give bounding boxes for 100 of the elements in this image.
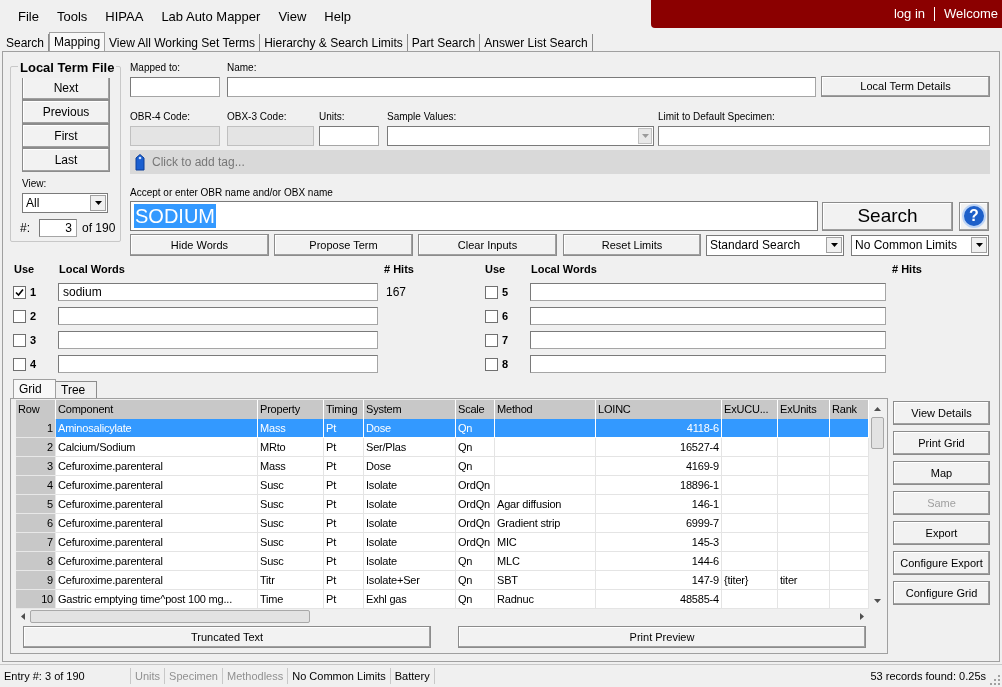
table-cell: Cefuroxime.parenteral: [56, 552, 258, 571]
grid-row[interactable]: 9 Cefuroxime.parenteral Titr Pt Isolate+Ser Qn SBT 147-9 {titer} titer: [16, 571, 869, 590]
checkbox[interactable]: [13, 285, 26, 299]
grid-action-button[interactable]: Truncated Text: [23, 626, 431, 648]
grid-row[interactable]: 4 Cefuroxime.parenteral Susc Pt Isolate OrdQn 18896-1: [16, 476, 869, 495]
input-field[interactable]: [530, 283, 886, 301]
scroll-thumb[interactable]: [871, 417, 884, 449]
row-number: 6: [501, 308, 510, 324]
input-field[interactable]: sodium: [58, 283, 378, 301]
field-label: Units:: [319, 110, 346, 123]
index-field[interactable]: 3: [39, 219, 77, 237]
table-cell: [778, 552, 830, 571]
checkbox[interactable]: [13, 357, 26, 371]
table-cell: Agar diffusion: [495, 495, 596, 514]
checkbox[interactable]: [485, 285, 498, 299]
menu-item[interactable]: Lab Auto Mapper: [152, 7, 270, 27]
grid-row[interactable]: 5 Cefuroxime.parenteral Susc Pt Isolate OrdQn Agar diffusion 146-1: [16, 495, 869, 514]
checkbox[interactable]: [13, 309, 26, 323]
table-cell: Pt: [324, 438, 364, 457]
nav-button[interactable]: Previous: [22, 100, 110, 124]
search-button[interactable]: Search: [822, 201, 953, 231]
table-cell: Pt: [324, 476, 364, 495]
table-cell: 16527-4: [596, 438, 722, 457]
row-number: 4: [29, 356, 38, 372]
table-cell: [722, 533, 778, 552]
table-cell: Cefuroxime.parenteral: [56, 514, 258, 533]
input-field[interactable]: [58, 307, 378, 325]
side-button[interactable]: View Details: [893, 401, 990, 425]
table-cell: Isolate: [364, 552, 456, 571]
table-cell: [778, 514, 830, 533]
nav-button[interactable]: First: [22, 124, 110, 148]
input-field[interactable]: [319, 126, 379, 146]
grid-row[interactable]: 2 Calcium/Sodium MRto Pt Ser/Plas Qn 16527-4: [16, 438, 869, 457]
input-field[interactable]: [58, 331, 378, 349]
table-cell: Isolate+Ser: [364, 571, 456, 590]
table-cell: 147-9: [596, 571, 722, 590]
action-button[interactable]: Reset Limits: [563, 234, 701, 256]
table-cell: Cefuroxime.parenteral: [56, 476, 258, 495]
login-link[interactable]: log in: [893, 4, 926, 24]
side-button[interactable]: Map: [893, 461, 990, 485]
search-mode-dropdown[interactable]: Standard Search: [706, 234, 844, 256]
table-cell: Cefuroxime.parenteral: [56, 495, 258, 514]
action-button[interactable]: Hide Words: [130, 234, 269, 256]
index-total: of 190: [82, 220, 116, 237]
tab[interactable]: Tree: [56, 381, 97, 398]
row-number: 1: [29, 284, 38, 300]
grid-row[interactable]: 7 Cefuroxime.parenteral Susc Pt Isolate OrdQn MIC 145-3: [16, 533, 869, 552]
input-field[interactable]: [530, 331, 886, 349]
action-button[interactable]: Propose Term: [274, 234, 413, 256]
input-field[interactable]: [130, 77, 220, 97]
scroll-thumb[interactable]: [30, 610, 310, 623]
status-item: Methodless: [223, 667, 289, 685]
sample-values-dropdown[interactable]: [387, 126, 654, 146]
side-button[interactable]: Export: [893, 521, 990, 545]
table-cell: Susc: [258, 514, 324, 533]
table-cell: OrdQn: [456, 533, 495, 552]
menu-item[interactable]: HIPAA: [96, 7, 153, 27]
table-cell: [778, 495, 830, 514]
resize-grip-icon[interactable]: [990, 675, 1000, 685]
table-cell: Isolate: [364, 533, 456, 552]
input-field[interactable]: [530, 355, 886, 373]
side-button[interactable]: Configure Export: [893, 551, 990, 575]
nav-button[interactable]: Last: [22, 148, 110, 172]
checkbox[interactable]: [485, 309, 498, 323]
grid-row[interactable]: 8 Cefuroxime.parenteral Susc Pt Isolate Qn MLC 144-6: [16, 552, 869, 571]
view-dropdown[interactable]: All: [22, 193, 108, 213]
menu-item[interactable]: Tools: [47, 7, 97, 27]
input-field[interactable]: [58, 355, 378, 373]
table-cell: titer: [778, 571, 830, 590]
grid-row[interactable]: 6 Cefuroxime.parenteral Susc Pt Isolate OrdQn Gradient strip 6999-7: [16, 514, 869, 533]
checkbox[interactable]: [485, 357, 498, 371]
action-button[interactable]: Clear Inputs: [418, 234, 557, 256]
table-cell: Titr: [258, 571, 324, 590]
menu-item[interactable]: View: [269, 7, 316, 27]
help-button[interactable]: ?: [959, 201, 989, 231]
table-cell: Calcium/Sodium: [56, 438, 258, 457]
input-field[interactable]: [658, 126, 990, 146]
input-field[interactable]: [530, 307, 886, 325]
tab[interactable]: Grid: [13, 379, 56, 398]
side-button[interactable]: Print Grid: [893, 431, 990, 455]
limits-dropdown[interactable]: No Common Limits: [851, 234, 989, 256]
table-cell: SBT: [495, 571, 596, 590]
field-label: OBR-4 Code:: [130, 110, 192, 123]
checkbox[interactable]: [485, 333, 498, 347]
table-cell: Susc: [258, 495, 324, 514]
grid-action-button[interactable]: Print Preview: [458, 626, 866, 648]
input-field[interactable]: [227, 77, 816, 97]
nav-button[interactable]: Next: [22, 76, 110, 100]
checkbox[interactable]: [13, 333, 26, 347]
grid-row[interactable]: 3 Cefuroxime.parenteral Mass Pt Dose Qn 4169-9: [16, 457, 869, 476]
menu-item[interactable]: Help: [315, 7, 361, 27]
menu-item[interactable]: File: [9, 7, 48, 27]
tab[interactable]: Mapping: [49, 32, 106, 51]
column-header: Local Words: [59, 261, 126, 277]
side-button[interactable]: Configure Grid: [893, 581, 990, 605]
table-cell: 9: [16, 571, 56, 590]
grid-row[interactable]: 1 Aminosalicylate Mass Pt Dose Qn 4118-6: [16, 419, 869, 438]
details-button[interactable]: Local Term Details: [821, 76, 990, 97]
vertical-scrollbar[interactable]: [869, 400, 886, 609]
column-header: Use: [484, 261, 507, 277]
